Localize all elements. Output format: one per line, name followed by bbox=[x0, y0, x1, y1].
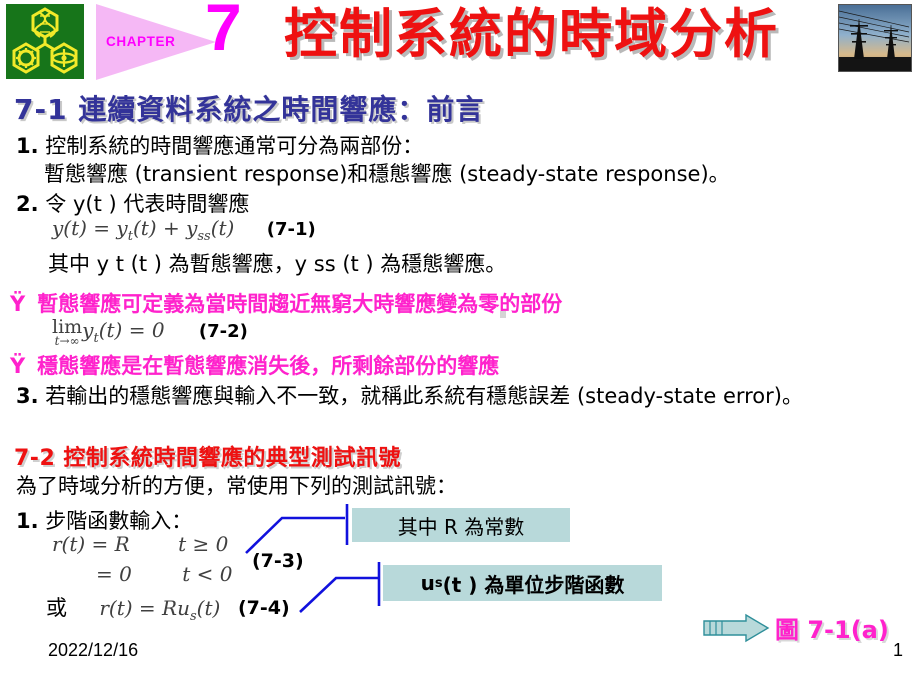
leader-line-2 bbox=[299, 576, 378, 613]
callout-2-rest: (t ) 為單位步階函數 bbox=[442, 572, 625, 597]
page-number: 1 bbox=[893, 640, 904, 660]
leader-line-1 bbox=[245, 516, 345, 554]
right-arrow-icon bbox=[703, 613, 770, 643]
callout-box-unit-step: u s (t ) 為單位步階函數 bbox=[383, 565, 662, 601]
figure-label: 圖 7-1(a) bbox=[775, 616, 889, 644]
callout-box-constant-R: 其中 R 為常數 bbox=[352, 508, 570, 542]
callout-2-sub: s bbox=[434, 575, 443, 591]
flow-arrow-shape bbox=[698, 613, 770, 648]
date-stamp: 2022/12/16 bbox=[48, 640, 139, 660]
callout-2-u: u bbox=[420, 571, 435, 595]
slide-canvas: CHAPTER 7 控制系統的時域分析 7-1 連續資料系統之時間響應：前言 1… bbox=[0, 0, 920, 690]
